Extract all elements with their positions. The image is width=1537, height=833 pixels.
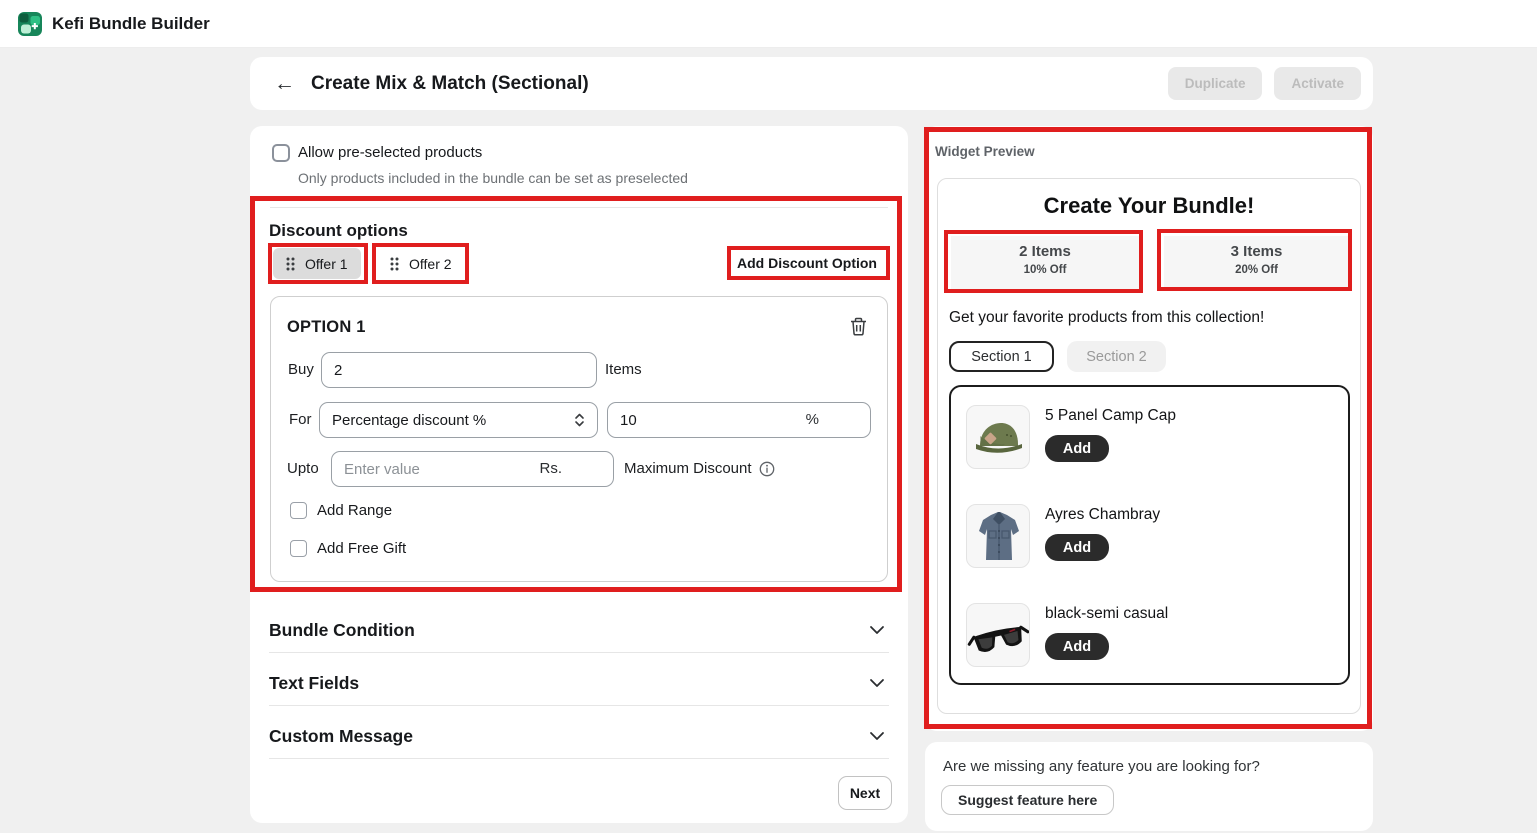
chevron-down-icon [869,731,885,741]
widget-preview-panel: Widget Preview Create Your Bundle! 2 Ite… [925,126,1373,731]
product-name: black-semi casual [1045,605,1168,623]
add-range-row: Add Range [290,502,392,519]
drag-handle-icon[interactable] [286,257,295,271]
section-tab-2[interactable]: Section 2 [1067,341,1166,372]
add-product-button[interactable]: Add [1045,633,1109,660]
feedback-card: Are we missing any feature you are looki… [925,742,1373,831]
add-range-label: Add Range [317,502,392,519]
activate-button[interactable]: Activate [1274,67,1361,100]
product-name: Ayres Chambray [1045,506,1160,524]
header-actions: Duplicate Activate [1168,67,1361,100]
buy-label: Buy [288,352,314,388]
tier-discount: 10% Off [951,264,1139,276]
tier-quantity: 2 Items [951,243,1139,260]
collapsible-bundle-condition[interactable]: Bundle Condition [269,614,889,646]
discount-options-heading: Discount options [269,221,408,241]
bundle-form-card: Allow pre-selected products Only product… [250,126,908,823]
collapsible-custom-message[interactable]: Custom Message [269,720,889,752]
drag-handle-icon[interactable] [390,257,399,271]
product-row: Ayres Chambray Add [951,504,1348,584]
add-free-gift-row: Add Free Gift [290,540,406,557]
suggest-feature-button[interactable]: Suggest feature here [941,785,1114,815]
back-button[interactable]: ← [270,71,299,96]
product-image-camp-cap [966,405,1030,469]
feedback-question: Are we missing any feature you are looki… [943,758,1260,775]
preselect-helper-text: Only products included in the bundle can… [298,170,688,186]
section-divider [270,207,888,208]
items-label: Items [605,352,642,388]
discount-value-input[interactable] [607,402,871,438]
maximum-discount-text: Maximum Discount [624,451,752,487]
add-free-gift-label: Add Free Gift [317,540,406,557]
app-title: Kefi Bundle Builder [52,14,210,34]
collapsible-text-fields[interactable]: Text Fields [269,667,889,699]
discount-option-card: OPTION 1 Buy Items For Percentage discou… [270,296,888,582]
product-row: black-semi casual Add [951,603,1348,683]
discount-type-select[interactable]: Percentage discount % [319,402,598,438]
add-range-checkbox[interactable] [290,502,307,519]
maximum-discount-label: Maximum Discount [624,451,775,487]
discount-type-value: Percentage discount % [332,412,486,429]
section-divider [269,652,889,653]
offer-tab-1[interactable]: Offer 1 [273,248,361,279]
add-discount-option-button[interactable]: Add Discount Option [731,248,883,278]
product-image-denim-shirt [966,504,1030,568]
upto-label: Upto [287,451,319,487]
product-list: 5 Panel Camp Cap Add Ayres Chambray [949,385,1350,685]
section-divider [269,705,889,706]
trash-icon [850,317,867,336]
add-product-button[interactable]: Add [1045,435,1109,462]
tier-discount: 20% Off [1164,264,1349,276]
product-row: 5 Panel Camp Cap Add [951,405,1348,485]
option-title: OPTION 1 [287,318,366,337]
preselect-checkbox[interactable] [272,144,290,162]
preselect-label: Allow pre-selected products [298,144,482,161]
chevron-down-icon [869,678,885,688]
add-free-gift-checkbox[interactable] [290,540,307,557]
chevron-down-icon [869,625,885,635]
widget-preview-card: Create Your Bundle! 2 Items 10% Off 3 It… [937,178,1361,714]
buy-quantity-field [321,352,597,388]
collapsible-label: Text Fields [269,673,359,694]
select-updown-icon [574,412,585,428]
widget-headline: Create Your Bundle! [938,193,1360,219]
discount-unit: % [806,402,819,438]
page-title: Create Mix & Match (Sectional) [311,73,589,95]
offer-tab-2[interactable]: Offer 2 [377,248,465,279]
tier-tile-2-items[interactable]: 2 Items 10% Off [951,236,1139,289]
offer-tab-label: Offer 1 [305,256,348,272]
for-label: For [289,402,312,438]
section-tab-1[interactable]: Section 1 [949,341,1054,372]
currency-unit: Rs. [540,451,563,487]
collapsible-label: Custom Message [269,726,413,747]
upto-value-input[interactable] [331,451,614,487]
product-image-sunglasses [966,603,1030,667]
discount-value-field: % [607,402,871,438]
collapsible-label: Bundle Condition [269,620,415,641]
info-icon[interactable] [759,461,775,477]
duplicate-button[interactable]: Duplicate [1168,67,1263,100]
product-name: 5 Panel Camp Cap [1045,407,1176,425]
page-header: ← Create Mix & Match (Sectional) Duplica… [250,57,1373,110]
tier-quantity: 3 Items [1164,243,1349,260]
add-product-button[interactable]: Add [1045,534,1109,561]
app-logo-icon [18,12,42,36]
tier-tile-3-items[interactable]: 3 Items 20% Off [1164,236,1349,289]
offer-tab-label: Offer 2 [409,256,452,272]
next-button[interactable]: Next [838,776,892,810]
topbar: Kefi Bundle Builder [0,0,1537,48]
delete-option-button[interactable] [848,315,869,338]
buy-quantity-input[interactable] [321,352,597,388]
upto-value-field: Rs. [331,451,614,487]
widget-subtitle: Get your favorite products from this col… [949,309,1264,327]
widget-preview-title: Widget Preview [935,144,1035,159]
section-divider [269,758,889,759]
